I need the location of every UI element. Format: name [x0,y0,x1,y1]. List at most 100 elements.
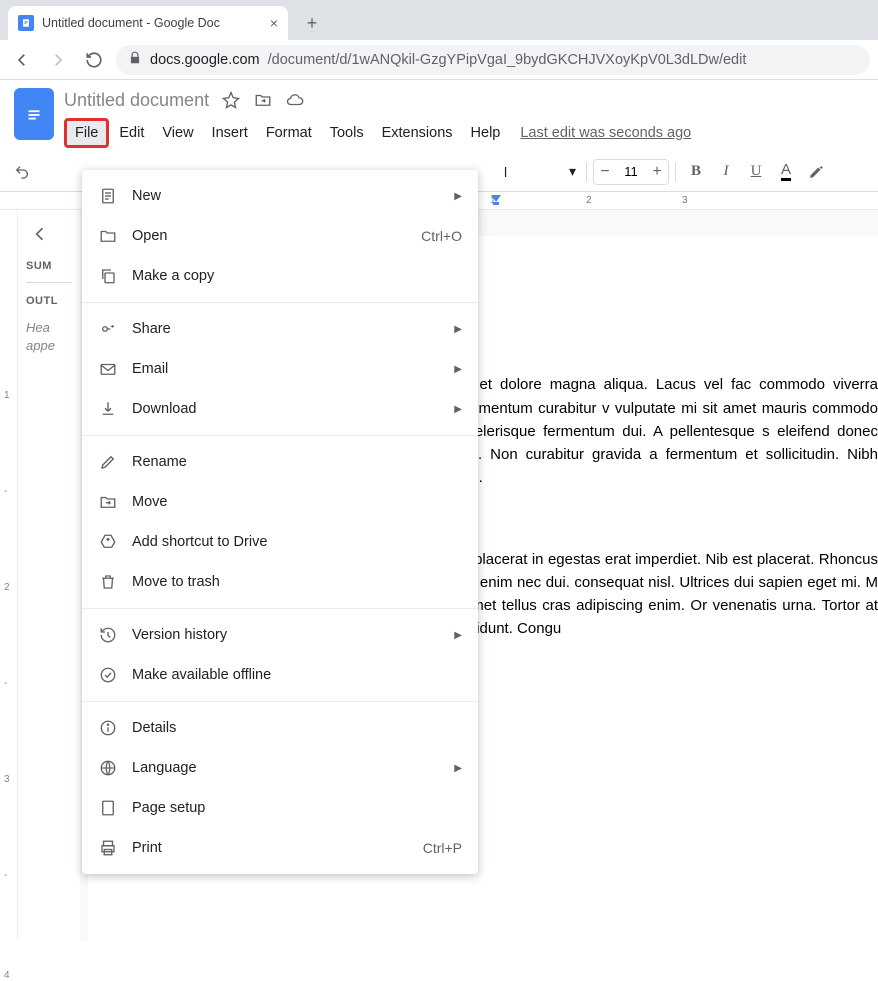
outline-panel: SUM OUTL Hea appe [18,210,80,941]
file-menu-new[interactable]: New ▶ [82,176,478,216]
file-menu-version-history[interactable]: Version history▶ [82,615,478,655]
vertical-ruler[interactable]: 1 - 2 - 3 - 4 [0,210,18,941]
summary-heading: SUM [26,260,72,272]
back-button[interactable] [8,46,36,74]
lock-icon [128,51,142,69]
font-size-control: − 11 + [593,159,669,185]
offline-icon [98,665,118,685]
menu-tools[interactable]: Tools [322,121,372,145]
url-path: /document/d/1wANQkil-GzgYPipVgaI_9bydGKC… [268,52,747,68]
url-field[interactable]: docs.google.com/document/d/1wANQkil-GzgY… [116,45,870,75]
bold-button[interactable]: B [682,158,710,186]
docs-logo[interactable] [14,88,54,140]
browser-tab[interactable]: Untitled document - Google Doc × [8,6,288,40]
italic-button[interactable]: I [712,158,740,186]
file-menu-open[interactable]: OpenCtrl+O [82,216,478,256]
highlight-button[interactable] [802,158,830,186]
menu-item-label: Details [132,720,462,736]
font-size-decrease[interactable]: − [594,163,616,181]
address-bar: docs.google.com/document/d/1wANQkil-GzgY… [0,40,878,80]
menu-item-label: Share [132,321,440,337]
tab-title: Untitled document - Google Doc [42,16,262,30]
menu-item-label: New [132,188,440,204]
history-icon [98,625,118,645]
drive-shortcut-icon [98,532,118,552]
submenu-arrow-icon: ▶ [454,630,462,641]
menu-item-label: Language [132,760,440,776]
reload-button[interactable] [80,46,108,74]
file-menu-page-setup[interactable]: Page setup [82,788,478,828]
file-menu-move[interactable]: Move [82,482,478,522]
file-menu-dropdown: New▶OpenCtrl+OMake a copyShare▶Email▶Dow… [82,170,478,874]
menu-item-label: Add shortcut to Drive [132,534,462,550]
menu-item-label: Move [132,494,462,510]
star-icon[interactable] [221,90,241,110]
menu-item-label: Page setup [132,800,462,816]
cloud-status-icon[interactable] [285,90,305,110]
menu-item-label: Make a copy [132,268,462,284]
indent-marker-icon[interactable] [490,194,502,206]
move-icon [98,492,118,512]
menu-item-label: Email [132,361,440,377]
font-size-increase[interactable]: + [646,163,668,181]
menu-item-label: Move to trash [132,574,462,590]
doc-icon [98,186,118,206]
share-icon [98,319,118,339]
rename-icon [98,452,118,472]
menu-separator [82,608,478,609]
menu-extensions[interactable]: Extensions [374,121,461,145]
email-icon [98,359,118,379]
submenu-arrow-icon: ▶ [454,404,462,415]
docs-header: Untitled document File Edit View Insert … [0,80,878,148]
file-menu-make-a-copy[interactable]: Make a copy [82,256,478,296]
menu-shortcut: Ctrl+P [423,840,462,856]
menu-format[interactable]: Format [258,121,320,145]
move-folder-icon[interactable] [253,90,273,110]
menu-edit[interactable]: Edit [111,121,152,145]
undo-button[interactable] [8,158,36,186]
submenu-arrow-icon: ▶ [454,364,462,375]
copy-icon [98,266,118,286]
file-menu-print[interactable]: Print Ctrl+P [82,828,478,868]
file-menu-language[interactable]: Language▶ [82,748,478,788]
menu-view[interactable]: View [154,121,201,145]
file-menu-email[interactable]: Email ▶ [82,349,478,389]
menu-item-label: Make available offline [132,667,462,683]
file-menu-share[interactable]: Share ▶ [82,309,478,349]
outline-collapse-button[interactable] [26,220,54,248]
underline-button[interactable]: U [742,158,770,186]
file-menu-details[interactable]: Details [82,708,478,748]
browser-tab-strip: Untitled document - Google Doc × + [0,0,878,40]
menu-help[interactable]: Help [463,121,509,145]
menu-separator [82,435,478,436]
info-icon [98,718,118,738]
text-color-button[interactable]: A [772,158,800,186]
file-menu-add-shortcut-to-drive[interactable]: Add shortcut to Drive [82,522,478,562]
file-menu-rename[interactable]: Rename [82,442,478,482]
file-menu-move-to-trash[interactable]: Move to trash [82,562,478,602]
document-title[interactable]: Untitled document [64,90,209,111]
file-menu-make-available-offline[interactable]: Make available offline [82,655,478,695]
last-edit-link[interactable]: Last edit was seconds ago [520,125,691,141]
trash-icon [98,572,118,592]
menu-item-label: Rename [132,454,462,470]
outline-placeholder: Hea appe [26,319,72,355]
new-tab-button[interactable]: + [298,9,326,37]
style-selector[interactable]: l▾ [500,163,580,180]
docs-favicon [18,15,34,31]
menu-separator [82,302,478,303]
menu-separator [82,701,478,702]
print-icon [98,838,118,858]
url-host: docs.google.com [150,52,260,68]
submenu-arrow-icon: ▶ [454,324,462,335]
font-size-value[interactable]: 11 [616,164,646,179]
file-menu-download[interactable]: Download▶ [82,389,478,429]
menu-insert[interactable]: Insert [204,121,256,145]
tab-close-icon[interactable]: × [270,15,278,31]
menu-file[interactable]: File [64,118,109,148]
menu-item-label: Print [132,840,409,856]
forward-button[interactable] [44,46,72,74]
globe-icon [98,758,118,778]
outline-heading: OUTL [26,295,72,307]
submenu-arrow-icon: ▶ [454,191,462,202]
